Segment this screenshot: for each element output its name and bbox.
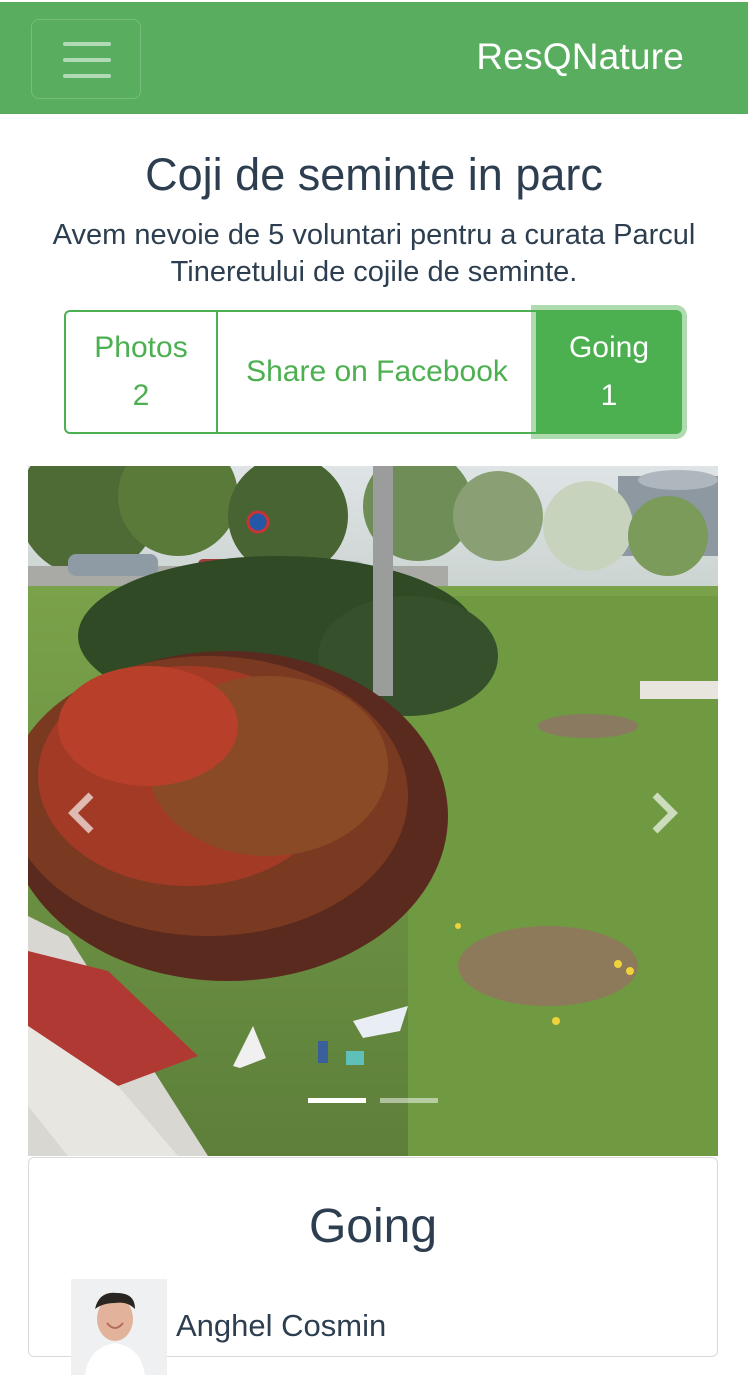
carousel-indicator-1[interactable] — [308, 1098, 366, 1103]
going-count: 1 — [600, 379, 618, 412]
share-facebook-button[interactable]: Share on Facebook — [216, 310, 538, 434]
carousel-prev-button[interactable] — [52, 778, 112, 848]
person-name[interactable]: Anghel Cosmin — [176, 1306, 386, 1346]
hamburger-menu-icon — [63, 42, 111, 46]
photos-button[interactable]: Photos 2 — [64, 310, 218, 434]
event-action-buttons: Photos 2 Share on Facebook Going 1 — [64, 310, 684, 434]
photos-button-label: Photos — [94, 331, 188, 364]
photo-carousel[interactable] — [28, 466, 718, 1156]
carousel-indicator-2[interactable] — [380, 1098, 438, 1103]
navbar: ResQNature — [0, 0, 748, 114]
going-button[interactable]: Going 1 — [536, 310, 682, 434]
going-card: Going Anghel Cosmin — [28, 1157, 718, 1375]
avatar[interactable] — [71, 1279, 167, 1375]
share-facebook-label: Share on Facebook — [246, 355, 508, 388]
going-button-label: Going — [568, 331, 650, 364]
carousel-indicators — [308, 1098, 438, 1106]
carousel-photo — [28, 466, 718, 1156]
person-avatar-image — [71, 1279, 167, 1375]
chevron-left-icon — [68, 792, 94, 834]
hamburger-menu-button[interactable] — [31, 19, 141, 99]
chevron-right-icon — [652, 792, 678, 834]
page-title: Coji de seminte in parc — [145, 149, 603, 200]
going-section-title: Going — [308, 1200, 438, 1253]
event-description: Avem nevoie de 5 voluntari pentru a cura… — [52, 219, 696, 288]
carousel-next-button[interactable] — [634, 778, 694, 848]
brand-link[interactable]: ResQNature — [476, 35, 684, 79]
photos-count: 2 — [132, 379, 150, 412]
